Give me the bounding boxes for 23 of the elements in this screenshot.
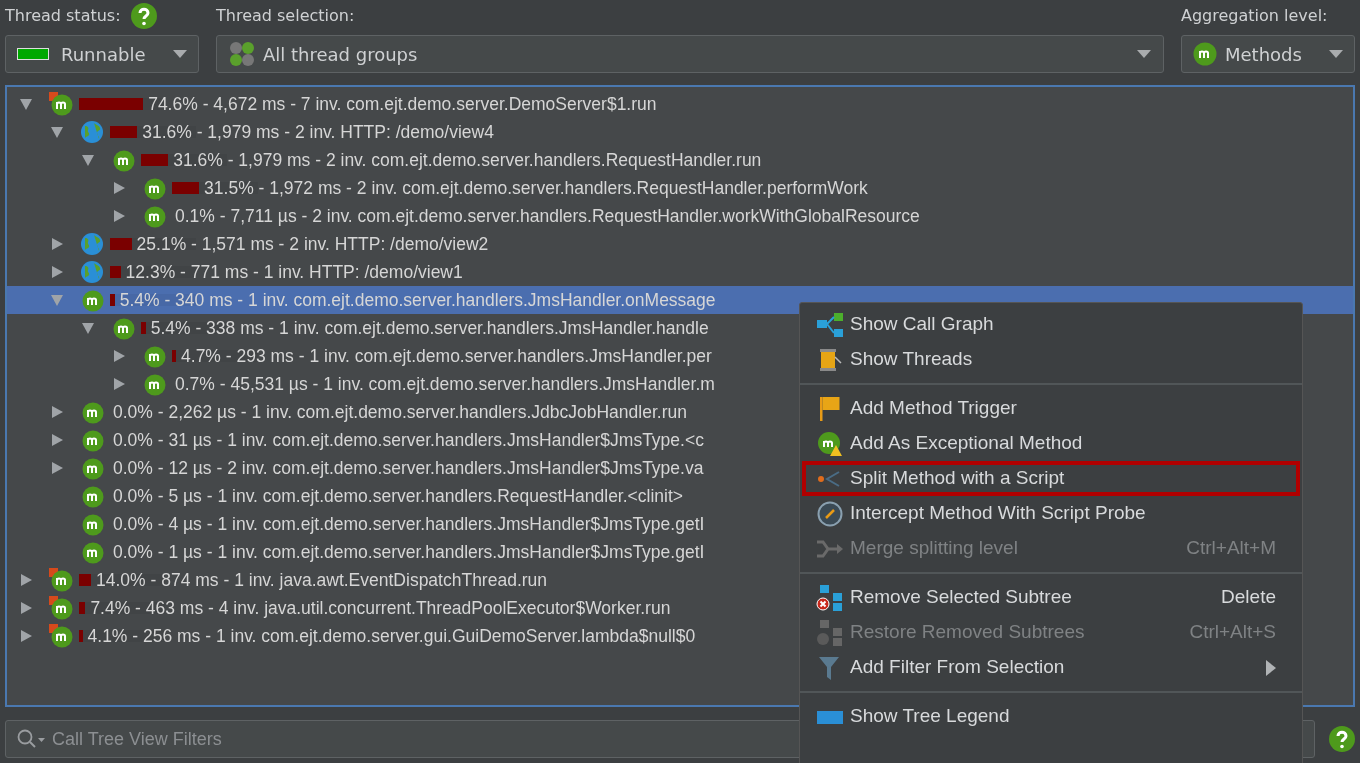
- node-label: 5.4% - 340 ms - 1 inv. com.ejt.demo.server.handlers.JmsHandler.onMessage: [119, 288, 716, 312]
- node-label: 4.1% - 256 ms - 1 inv. com.ejt.demo.server.gui.GuiDemoServer.lambda$null$0: [87, 624, 696, 648]
- aggregation-level-label: Aggregation level:: [1181, 5, 1329, 27]
- node-label: 0.0% - 5 µs - 1 inv. com.ejt.demo.server.handlers.RequestHandler.<clinit>: [113, 484, 684, 508]
- node-label: 31.6% - 1,979 ms - 2 inv. com.ejt.demo.server.handlers.RequestHandler.run: [173, 148, 762, 172]
- node-label: 0.7% - 45,531 µs - 1 inv. com.ejt.demo.server.handlers.JmsHandler.m: [175, 372, 715, 396]
- node-label: 0.0% - 1 µs - 1 inv. com.ejt.demo.server.handlers.JmsHandler$JmsType.getI: [113, 540, 705, 564]
- node-label: 5.4% - 338 ms - 1 inv. com.ejt.demo.server.handlers.JmsHandler.handle: [150, 316, 709, 340]
- node-label: 0.0% - 31 µs - 1 inv. com.ejt.demo.server.handlers.JmsHandler$JmsType.<c: [113, 428, 704, 452]
- node-label: 7.4% - 463 ms - 4 inv. java.util.concurrent.ThreadPoolExecutor$Worker.run: [90, 596, 671, 620]
- thread-status-label: Thread status:: [5, 5, 121, 27]
- thread-selection-label: Thread selection:: [216, 5, 356, 27]
- node-label: 0.0% - 4 µs - 1 inv. com.ejt.demo.server.handlers.JmsHandler$JmsType.getI: [113, 512, 705, 536]
- node-label: 14.0% - 874 ms - 1 inv. java.awt.EventDispatchThread.run: [96, 568, 548, 592]
- node-label: 0.1% - 7,711 µs - 2 inv. com.ejt.demo.server.handlers.RequestHandler.workWithGlobalResource: [175, 204, 920, 228]
- node-label: 12.3% - 771 ms - 1 inv. HTTP: /demo/view1: [125, 260, 463, 284]
- node-label: 31.5% - 1,972 ms - 2 inv. com.ejt.demo.server.handlers.RequestHandler.performWork: [204, 176, 868, 200]
- node-label: 25.1% - 1,571 ms - 2 inv. HTTP: /demo/view2: [136, 232, 489, 256]
- node-label: 4.7% - 293 ms - 1 inv. com.ejt.demo.server.handlers.JmsHandler.per: [181, 344, 712, 368]
- node-label: 0.0% - 12 µs - 2 inv. com.ejt.demo.server.handlers.JmsHandler$JmsType.va: [113, 456, 704, 480]
- node-label: 0.0% - 2,262 µs - 1 inv. com.ejt.demo.server.handlers.JdbcJobHandler.run: [113, 400, 687, 424]
- node-label: 31.6% - 1,979 ms - 2 inv. HTTP: /demo/view4: [142, 120, 494, 144]
- node-label: 74.6% - 4,672 ms - 7 inv. com.ejt.demo.server.DemoServer$1.run: [148, 92, 657, 116]
